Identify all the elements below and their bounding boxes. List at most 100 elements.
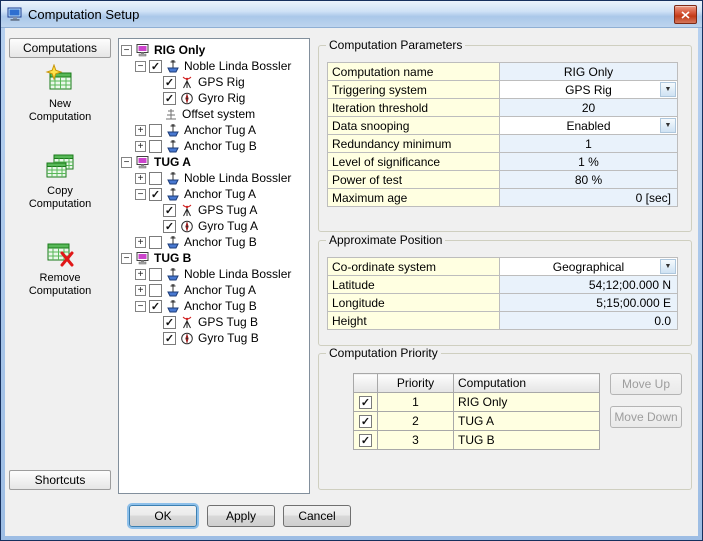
sidebar-action-bar: New Computation Copy Computation Remove Co… [9, 60, 111, 325]
ok-button[interactable]: OK [129, 505, 197, 527]
tree-checkbox[interactable] [149, 172, 162, 185]
remove-computation-icon [45, 238, 75, 268]
tree-node[interactable]: −✓Anchor Tug A [119, 186, 309, 202]
property-value[interactable]: RIG Only [500, 63, 678, 81]
property-value[interactable]: 1 [500, 135, 678, 153]
cancel-button[interactable]: Cancel [283, 505, 351, 527]
move-up-button[interactable]: Move Up [610, 373, 682, 395]
expand-icon[interactable]: + [135, 173, 146, 184]
gyro-icon [179, 220, 195, 233]
tree-node[interactable]: +Noble Linda Bossler [119, 266, 309, 282]
apply-button[interactable]: Apply [207, 505, 275, 527]
action-label: Remove Computation [24, 272, 96, 298]
tree-node[interactable]: ✓ Gyro Rig [119, 90, 309, 106]
tree-node[interactable]: +Noble Linda Bossler [119, 170, 309, 186]
property-value[interactable]: 5;15;00.000 E [500, 294, 678, 312]
vessel-icon [165, 268, 181, 281]
tree-checkbox[interactable] [149, 140, 162, 153]
expand-icon[interactable]: + [135, 141, 146, 152]
gps-icon [179, 76, 195, 89]
approximate-position-table: Co-ordinate systemGeographical▼Latitude5… [327, 257, 678, 330]
copy-computation-action[interactable]: Copy Computation [9, 151, 111, 211]
tree-node[interactable]: +Anchor Tug A [119, 282, 309, 298]
property-label: Maximum age [328, 189, 500, 207]
tree-node[interactable]: Offset system [119, 106, 309, 122]
priority-checkbox[interactable]: ✓ [359, 396, 372, 409]
priority-column-header: Priority [378, 374, 454, 393]
tree-node[interactable]: ✓Gyro Tug A [119, 218, 309, 234]
group-title-approximate-position: Approximate Position [326, 233, 445, 247]
collapse-icon[interactable]: − [121, 157, 132, 168]
vessel-icon [165, 60, 181, 73]
priority-checkbox[interactable]: ✓ [359, 434, 372, 447]
computation-tree: −RIG Only−✓Noble Linda Bossler✓GPS Rig✓G… [118, 38, 310, 494]
dropdown-arrow-icon[interactable]: ▼ [660, 259, 676, 274]
collapse-icon[interactable]: − [135, 301, 146, 312]
value-text: RIG Only [564, 65, 613, 79]
tree-checkbox[interactable] [149, 284, 162, 297]
expand-icon[interactable]: + [135, 285, 146, 296]
expand-icon[interactable]: + [135, 237, 146, 248]
tree-node-label: Gyro Rig [198, 91, 245, 105]
tree-checkbox[interactable]: ✓ [149, 188, 162, 201]
tree-node[interactable]: ✓GPS Tug B [119, 314, 309, 330]
tree-checkbox[interactable]: ✓ [163, 204, 176, 217]
tree-node[interactable]: −✓Anchor Tug B [119, 298, 309, 314]
collapse-icon[interactable]: − [135, 189, 146, 200]
property-value[interactable]: 0 [sec] [500, 189, 678, 207]
property-value-dropdown[interactable]: Enabled▼ [500, 117, 678, 135]
dropdown-arrow-icon[interactable]: ▼ [660, 82, 676, 97]
close-button[interactable] [674, 5, 697, 24]
collapse-icon[interactable]: − [121, 45, 132, 56]
computation-icon [135, 44, 151, 57]
tree-checkbox[interactable]: ✓ [149, 300, 162, 313]
tree-node[interactable]: ✓GPS Tug A [119, 202, 309, 218]
property-value[interactable]: 20 [500, 99, 678, 117]
tree-node[interactable]: −RIG Only [119, 42, 309, 58]
property-value-dropdown[interactable]: GPS Rig ▼ [500, 81, 678, 99]
property-row: Data snoopingEnabled▼ [328, 117, 678, 135]
tree-checkbox[interactable]: ✓ [163, 332, 176, 345]
tree-node[interactable]: ✓Gyro Tug B [119, 330, 309, 346]
property-row: Level of significance1 % [328, 153, 678, 171]
property-label: Height [328, 312, 500, 330]
tree-node[interactable]: −✓Noble Linda Bossler [119, 58, 309, 74]
property-value[interactable]: 1 % [500, 153, 678, 171]
computations-panel-button[interactable]: Computations [9, 38, 111, 58]
priority-number: 1 [378, 393, 454, 412]
remove-computation-action[interactable]: Remove Computation [9, 238, 111, 298]
property-value-dropdown[interactable]: Geographical▼ [500, 258, 678, 276]
tree-checkbox[interactable]: ✓ [163, 316, 176, 329]
priority-header-row: PriorityComputation [354, 374, 600, 393]
tree-node[interactable]: +Anchor Tug B [119, 138, 309, 154]
value-text: GPS Rig [565, 83, 612, 97]
tree-checkbox[interactable]: ✓ [163, 220, 176, 233]
tree-node[interactable]: +Anchor Tug B [119, 234, 309, 250]
expand-icon[interactable]: + [135, 125, 146, 136]
tree-checkbox[interactable] [149, 268, 162, 281]
shortcuts-panel-button[interactable]: Shortcuts [9, 470, 111, 490]
tree-node[interactable]: +Anchor Tug A [119, 122, 309, 138]
expand-icon[interactable]: + [135, 269, 146, 280]
priority-computation-name: TUG B [454, 431, 600, 450]
move-down-button[interactable]: Move Down [610, 406, 682, 428]
collapse-icon[interactable]: − [135, 61, 146, 72]
priority-checkbox[interactable]: ✓ [359, 415, 372, 428]
property-value[interactable]: 80 % [500, 171, 678, 189]
tree-checkbox[interactable]: ✓ [163, 76, 176, 89]
vessel-icon [165, 236, 181, 249]
collapse-icon[interactable]: − [121, 253, 132, 264]
tree-checkbox[interactable]: ✓ [149, 60, 162, 73]
tree-checkbox[interactable] [149, 124, 162, 137]
window-title: Computation Setup [28, 7, 139, 22]
dropdown-arrow-icon[interactable]: ▼ [660, 118, 676, 133]
property-value[interactable]: 0.0 [500, 312, 678, 330]
tree-node-label: Offset system [182, 107, 255, 121]
tree-checkbox[interactable]: ✓ [163, 92, 176, 105]
tree-node[interactable]: −TUG B [119, 250, 309, 266]
new-computation-action[interactable]: New Computation [9, 64, 111, 124]
tree-node[interactable]: −TUG A [119, 154, 309, 170]
tree-node[interactable]: ✓GPS Rig [119, 74, 309, 90]
tree-checkbox[interactable] [149, 236, 162, 249]
property-value[interactable]: 54;12;00.000 N [500, 276, 678, 294]
